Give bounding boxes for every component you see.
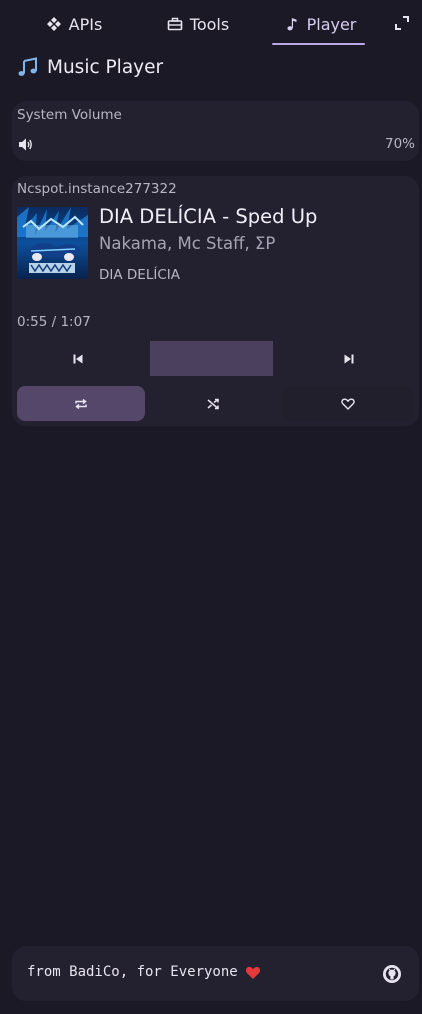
- tab-tools-label: Tools: [189, 14, 230, 34]
- footer-credit: from BadiCo, for Everyone: [27, 964, 261, 980]
- tab-apis-label: APIs: [68, 14, 103, 34]
- music-notes-icon: [18, 57, 37, 76]
- previous-track-button[interactable]: [17, 341, 139, 376]
- heart-outline-icon: [341, 397, 355, 410]
- top-tab-bar: APIs Tools Player: [0, 0, 422, 46]
- player-instance-name: Ncspot.instance277322: [17, 181, 177, 197]
- shuffle-icon: [207, 398, 219, 409]
- repeat-button[interactable]: [17, 386, 145, 421]
- track-album: DIA DELÍCIA: [99, 267, 180, 283]
- expand-icon[interactable]: [393, 14, 411, 32]
- player-card: Ncspot.instance277322 DIA DELÍCIA - Sped…: [12, 176, 419, 426]
- skip-next-icon: [344, 354, 353, 363]
- red-heart-icon: [245, 966, 260, 979]
- tab-player[interactable]: Player: [276, 8, 364, 40]
- repeat-icon: [75, 398, 87, 409]
- page-title-text: Music Player: [47, 56, 164, 78]
- volume-icon[interactable]: [18, 137, 33, 152]
- album-art: [17, 207, 88, 279]
- toolbox-icon: [167, 17, 183, 31]
- track-artists: Nakama, Mc Staff, ΣP: [99, 234, 276, 253]
- tab-tools[interactable]: Tools: [154, 8, 242, 40]
- shuffle-button[interactable]: [150, 386, 276, 421]
- tab-player-label: Player: [306, 14, 357, 34]
- page-title: Music Player: [17, 56, 163, 78]
- play-pause-button[interactable]: [150, 341, 273, 376]
- volume-value: 70%: [384, 136, 415, 152]
- volume-label: System Volume: [17, 107, 122, 123]
- like-button[interactable]: [282, 386, 414, 421]
- track-time: 0:55 / 1:07: [17, 314, 91, 330]
- tab-apis[interactable]: APIs: [30, 8, 118, 40]
- active-tab-indicator: [272, 43, 365, 45]
- footer-credit-text: from BadiCo, for Everyone: [27, 964, 238, 980]
- next-track-button[interactable]: [283, 341, 414, 376]
- footer: from BadiCo, for Everyone: [12, 946, 419, 1001]
- diamond-arrows-icon: [46, 17, 61, 31]
- music-note-icon: [286, 18, 297, 31]
- skip-previous-icon: [73, 354, 83, 363]
- github-icon[interactable]: [382, 964, 402, 984]
- track-title: DIA DELÍCIA - Sped Up: [99, 205, 318, 228]
- system-volume-card: System Volume 70%: [12, 101, 419, 161]
